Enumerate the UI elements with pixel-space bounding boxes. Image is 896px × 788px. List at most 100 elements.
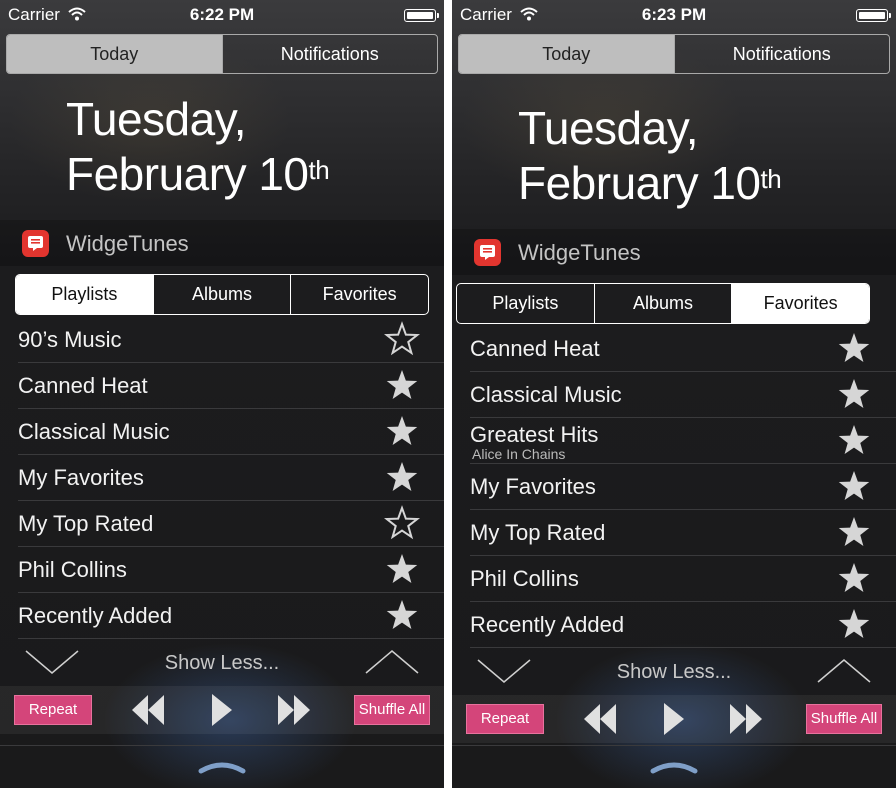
list-item-title: My Top Rated xyxy=(470,520,606,545)
playlist-list: 90’s Music Canned Heat Classical Music My F… xyxy=(0,317,444,639)
right-screen: Carrier 6:23 PM Today Notifications Tuesday,… xyxy=(452,0,896,788)
playback-controls: Repeat Shuffle All xyxy=(452,695,896,743)
app-name: WidgeTunes xyxy=(66,231,189,256)
date-line-2-text: February 10 xyxy=(66,148,309,200)
list-item[interactable]: Canned Heat xyxy=(470,326,896,372)
left-screen: Carrier 6:22 PM Today Notifications Tuesday,… xyxy=(0,0,444,788)
list-item-title: Classical Music xyxy=(18,419,170,444)
list-item-title: Recently Added xyxy=(18,603,173,628)
play-icon[interactable] xyxy=(210,692,234,728)
fast-forward-icon[interactable] xyxy=(728,701,764,737)
notification-center-grabber[interactable] xyxy=(452,745,896,788)
list-item[interactable]: Recently Added xyxy=(18,593,444,639)
status-bar: Carrier 6:22 PM xyxy=(0,0,444,30)
list-item[interactable]: My Top Rated xyxy=(18,501,444,547)
list-item-title: Recently Added xyxy=(470,612,625,637)
date-line-2-text: February 10 xyxy=(518,157,761,209)
outline-star-icon[interactable] xyxy=(384,505,420,541)
date-line-1: Tuesday, xyxy=(66,93,247,145)
filled-star-icon[interactable] xyxy=(384,459,420,495)
list-item[interactable]: 90’s Music xyxy=(18,317,444,363)
battery-icon xyxy=(404,9,439,22)
app-name: WidgeTunes xyxy=(518,240,641,265)
shuffle-all-button[interactable]: Shuffle All xyxy=(806,704,882,734)
screen-divider xyxy=(444,0,452,788)
top-tab-bar: Today Notifications xyxy=(6,34,438,74)
tab-today[interactable]: Today xyxy=(459,35,674,73)
music-note-icon xyxy=(28,236,43,251)
filled-star-icon[interactable] xyxy=(836,560,872,596)
list-item[interactable]: Greatest Hits Alice In Chains xyxy=(470,418,896,464)
list-item-title: Greatest Hits xyxy=(470,422,599,447)
filled-star-icon[interactable] xyxy=(836,376,872,412)
list-item-title: 90’s Music xyxy=(18,327,122,352)
date-ordinal-suffix: th xyxy=(308,155,330,185)
date-line-2: February 10th xyxy=(66,147,330,201)
shuffle-all-button[interactable]: Shuffle All xyxy=(354,695,430,725)
tab-today[interactable]: Today xyxy=(7,35,222,73)
list-item-title: My Favorites xyxy=(470,474,596,499)
top-tab-bar: Today Notifications xyxy=(458,34,890,74)
repeat-button[interactable]: Repeat xyxy=(14,695,92,725)
battery-icon xyxy=(856,9,891,22)
list-item-subtitle: Alice In Chains xyxy=(472,446,566,462)
filled-star-icon[interactable] xyxy=(384,551,420,587)
filled-star-icon[interactable] xyxy=(836,606,872,642)
segmented-control: Playlists Albums Favorites xyxy=(15,274,429,315)
filled-star-icon[interactable] xyxy=(384,597,420,633)
segment-albums[interactable]: Albums xyxy=(593,284,732,323)
segment-favorites[interactable]: Favorites xyxy=(290,275,428,314)
segment-playlists[interactable]: Playlists xyxy=(457,284,594,323)
list-item[interactable]: Phil Collins xyxy=(18,547,444,593)
show-less-bar: Show Less... xyxy=(452,649,896,695)
date-line-1: Tuesday, xyxy=(518,102,699,154)
status-time: 6:22 PM xyxy=(189,5,255,24)
list-item[interactable]: My Favorites xyxy=(18,455,444,501)
status-time: 6:23 PM xyxy=(641,5,707,24)
list-item[interactable]: Classical Music xyxy=(470,372,896,418)
widgetunes-app-icon xyxy=(22,230,49,257)
list-item[interactable]: My Top Rated xyxy=(470,510,896,556)
notification-center-grabber[interactable] xyxy=(0,745,444,788)
rewind-icon[interactable] xyxy=(130,692,166,728)
tab-notifications[interactable]: Notifications xyxy=(673,35,890,73)
segment-albums[interactable]: Albums xyxy=(152,275,291,314)
list-item-title: My Favorites xyxy=(18,465,144,490)
play-icon[interactable] xyxy=(662,701,686,737)
list-item[interactable]: Classical Music xyxy=(18,409,444,455)
filled-star-icon[interactable] xyxy=(384,413,420,449)
filled-star-icon[interactable] xyxy=(836,422,872,458)
segment-favorites[interactable]: Favorites xyxy=(731,284,869,323)
date-ordinal-suffix: th xyxy=(760,164,782,194)
list-item-title: Canned Heat xyxy=(470,336,600,361)
playback-controls: Repeat Shuffle All xyxy=(0,686,444,734)
widgetunes-app-icon xyxy=(474,239,501,266)
grabber-handle-icon[interactable] xyxy=(650,760,698,774)
music-note-icon xyxy=(480,245,495,260)
chevron-up-icon[interactable] xyxy=(364,648,420,676)
segmented-control: Playlists Albums Favorites xyxy=(456,283,870,324)
show-less-bar: Show Less... xyxy=(0,640,444,686)
date-line-2: February 10th xyxy=(518,156,782,210)
list-item-title: Phil Collins xyxy=(470,566,579,591)
fast-forward-icon[interactable] xyxy=(276,692,312,728)
repeat-button[interactable]: Repeat xyxy=(466,704,544,734)
list-item-title: Classical Music xyxy=(470,382,622,407)
outline-star-icon[interactable] xyxy=(384,321,420,357)
filled-star-icon[interactable] xyxy=(836,514,872,550)
chevron-up-icon[interactable] xyxy=(816,657,872,685)
list-item-title: Canned Heat xyxy=(18,373,148,398)
filled-star-icon[interactable] xyxy=(836,330,872,366)
segment-playlists[interactable]: Playlists xyxy=(16,275,153,314)
playlist-list: Canned Heat Classical Music Greatest Hits A… xyxy=(452,326,896,648)
filled-star-icon[interactable] xyxy=(384,367,420,403)
list-item[interactable]: Recently Added xyxy=(470,602,896,648)
status-bar: Carrier 6:23 PM xyxy=(452,0,896,30)
list-item[interactable]: Canned Heat xyxy=(18,363,444,409)
filled-star-icon[interactable] xyxy=(836,468,872,504)
list-item[interactable]: Phil Collins xyxy=(470,556,896,602)
grabber-handle-icon[interactable] xyxy=(198,760,246,774)
rewind-icon[interactable] xyxy=(582,701,618,737)
list-item[interactable]: My Favorites xyxy=(470,464,896,510)
tab-notifications[interactable]: Notifications xyxy=(221,35,438,73)
